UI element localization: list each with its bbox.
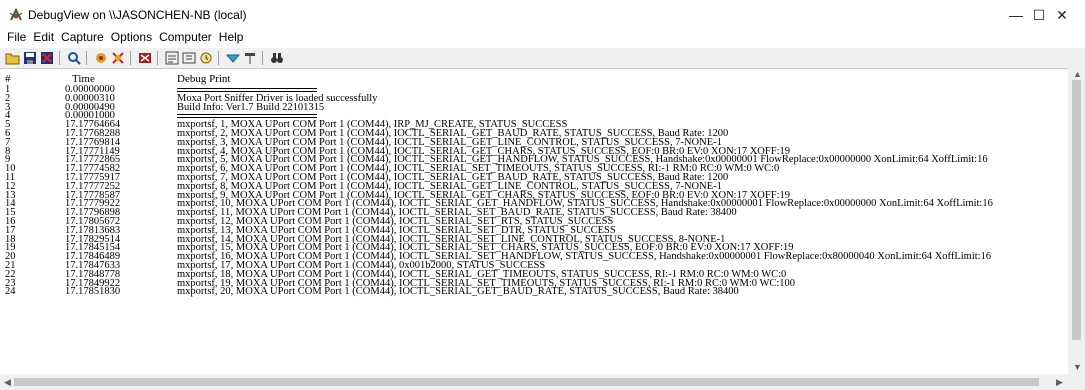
autoscroll-icon[interactable]	[110, 50, 126, 66]
col-header-debug-print[interactable]: Debug Print	[177, 73, 230, 85]
title-bar: DebugView on \\JASONCHEN-NB (local) — ☐ …	[0, 0, 1085, 30]
row-debug-print: mxportsf, 20, MOXA UPort COM Port 1 (COM…	[177, 286, 739, 298]
properties-icon[interactable]	[225, 50, 241, 66]
row-index: 24	[5, 286, 16, 298]
horizontal-scrollbar[interactable]: ◀ ▶	[0, 374, 1068, 390]
debugview-app-icon	[9, 8, 23, 21]
capture-icon[interactable]	[93, 50, 109, 66]
pin-icon[interactable]	[242, 50, 258, 66]
menu-computer[interactable]: Computer	[159, 30, 212, 44]
clock-icon[interactable]	[198, 50, 214, 66]
toolbar-separator	[130, 51, 131, 65]
clear-icon[interactable]	[39, 50, 55, 66]
close-button[interactable]: ✕	[1039, 0, 1085, 30]
find-icon[interactable]	[66, 50, 82, 66]
separator-rule	[177, 88, 317, 92]
row-time: 17.17851830	[65, 286, 121, 298]
row-debug-print: Build Info: Ver1.7 Build 22101315	[177, 101, 325, 113]
highlight-icon[interactable]	[181, 50, 197, 66]
scroll-right-icon[interactable]: ▶	[1056, 377, 1063, 388]
vertical-scroll-thumb[interactable]	[1072, 80, 1081, 340]
menu-options[interactable]: Options	[111, 30, 152, 44]
history-icon[interactable]	[164, 50, 180, 66]
menu-capture[interactable]: Capture	[61, 30, 104, 44]
menu-help[interactable]: Help	[219, 30, 244, 44]
toolbar-separator	[218, 51, 219, 65]
filter-icon[interactable]	[137, 50, 153, 66]
horizontal-scroll-thumb[interactable]	[14, 378, 1039, 386]
scroll-up-icon[interactable]: ▲	[1073, 69, 1082, 79]
menu-edit[interactable]: Edit	[33, 30, 54, 44]
debug-output-list[interactable]: # Time Debug Print 1 0.00000000 2 0.0000031…	[0, 68, 1068, 375]
menu-bar: File Edit Capture Options Computer Help	[0, 30, 1085, 48]
toolbar	[0, 48, 1085, 69]
toolbar-separator	[262, 51, 263, 65]
scroll-down-icon[interactable]: ▼	[1073, 362, 1082, 372]
menu-file[interactable]: File	[7, 30, 26, 44]
toolbar-separator	[59, 51, 60, 65]
save-icon[interactable]	[22, 50, 38, 66]
find-binoculars-icon[interactable]	[269, 50, 285, 66]
vertical-scrollbar[interactable]: ▲ ▼	[1068, 68, 1085, 374]
toolbar-separator	[157, 51, 158, 65]
window-title: DebugView on \\JASONCHEN-NB (local)	[28, 8, 247, 22]
list-header: # Time Debug Print	[0, 69, 1068, 91]
separator-rule	[177, 114, 317, 119]
toolbar-separator	[86, 51, 87, 65]
scrollbar-corner	[1068, 374, 1085, 390]
scroll-left-icon[interactable]: ◀	[4, 377, 11, 388]
open-icon[interactable]	[5, 50, 21, 66]
